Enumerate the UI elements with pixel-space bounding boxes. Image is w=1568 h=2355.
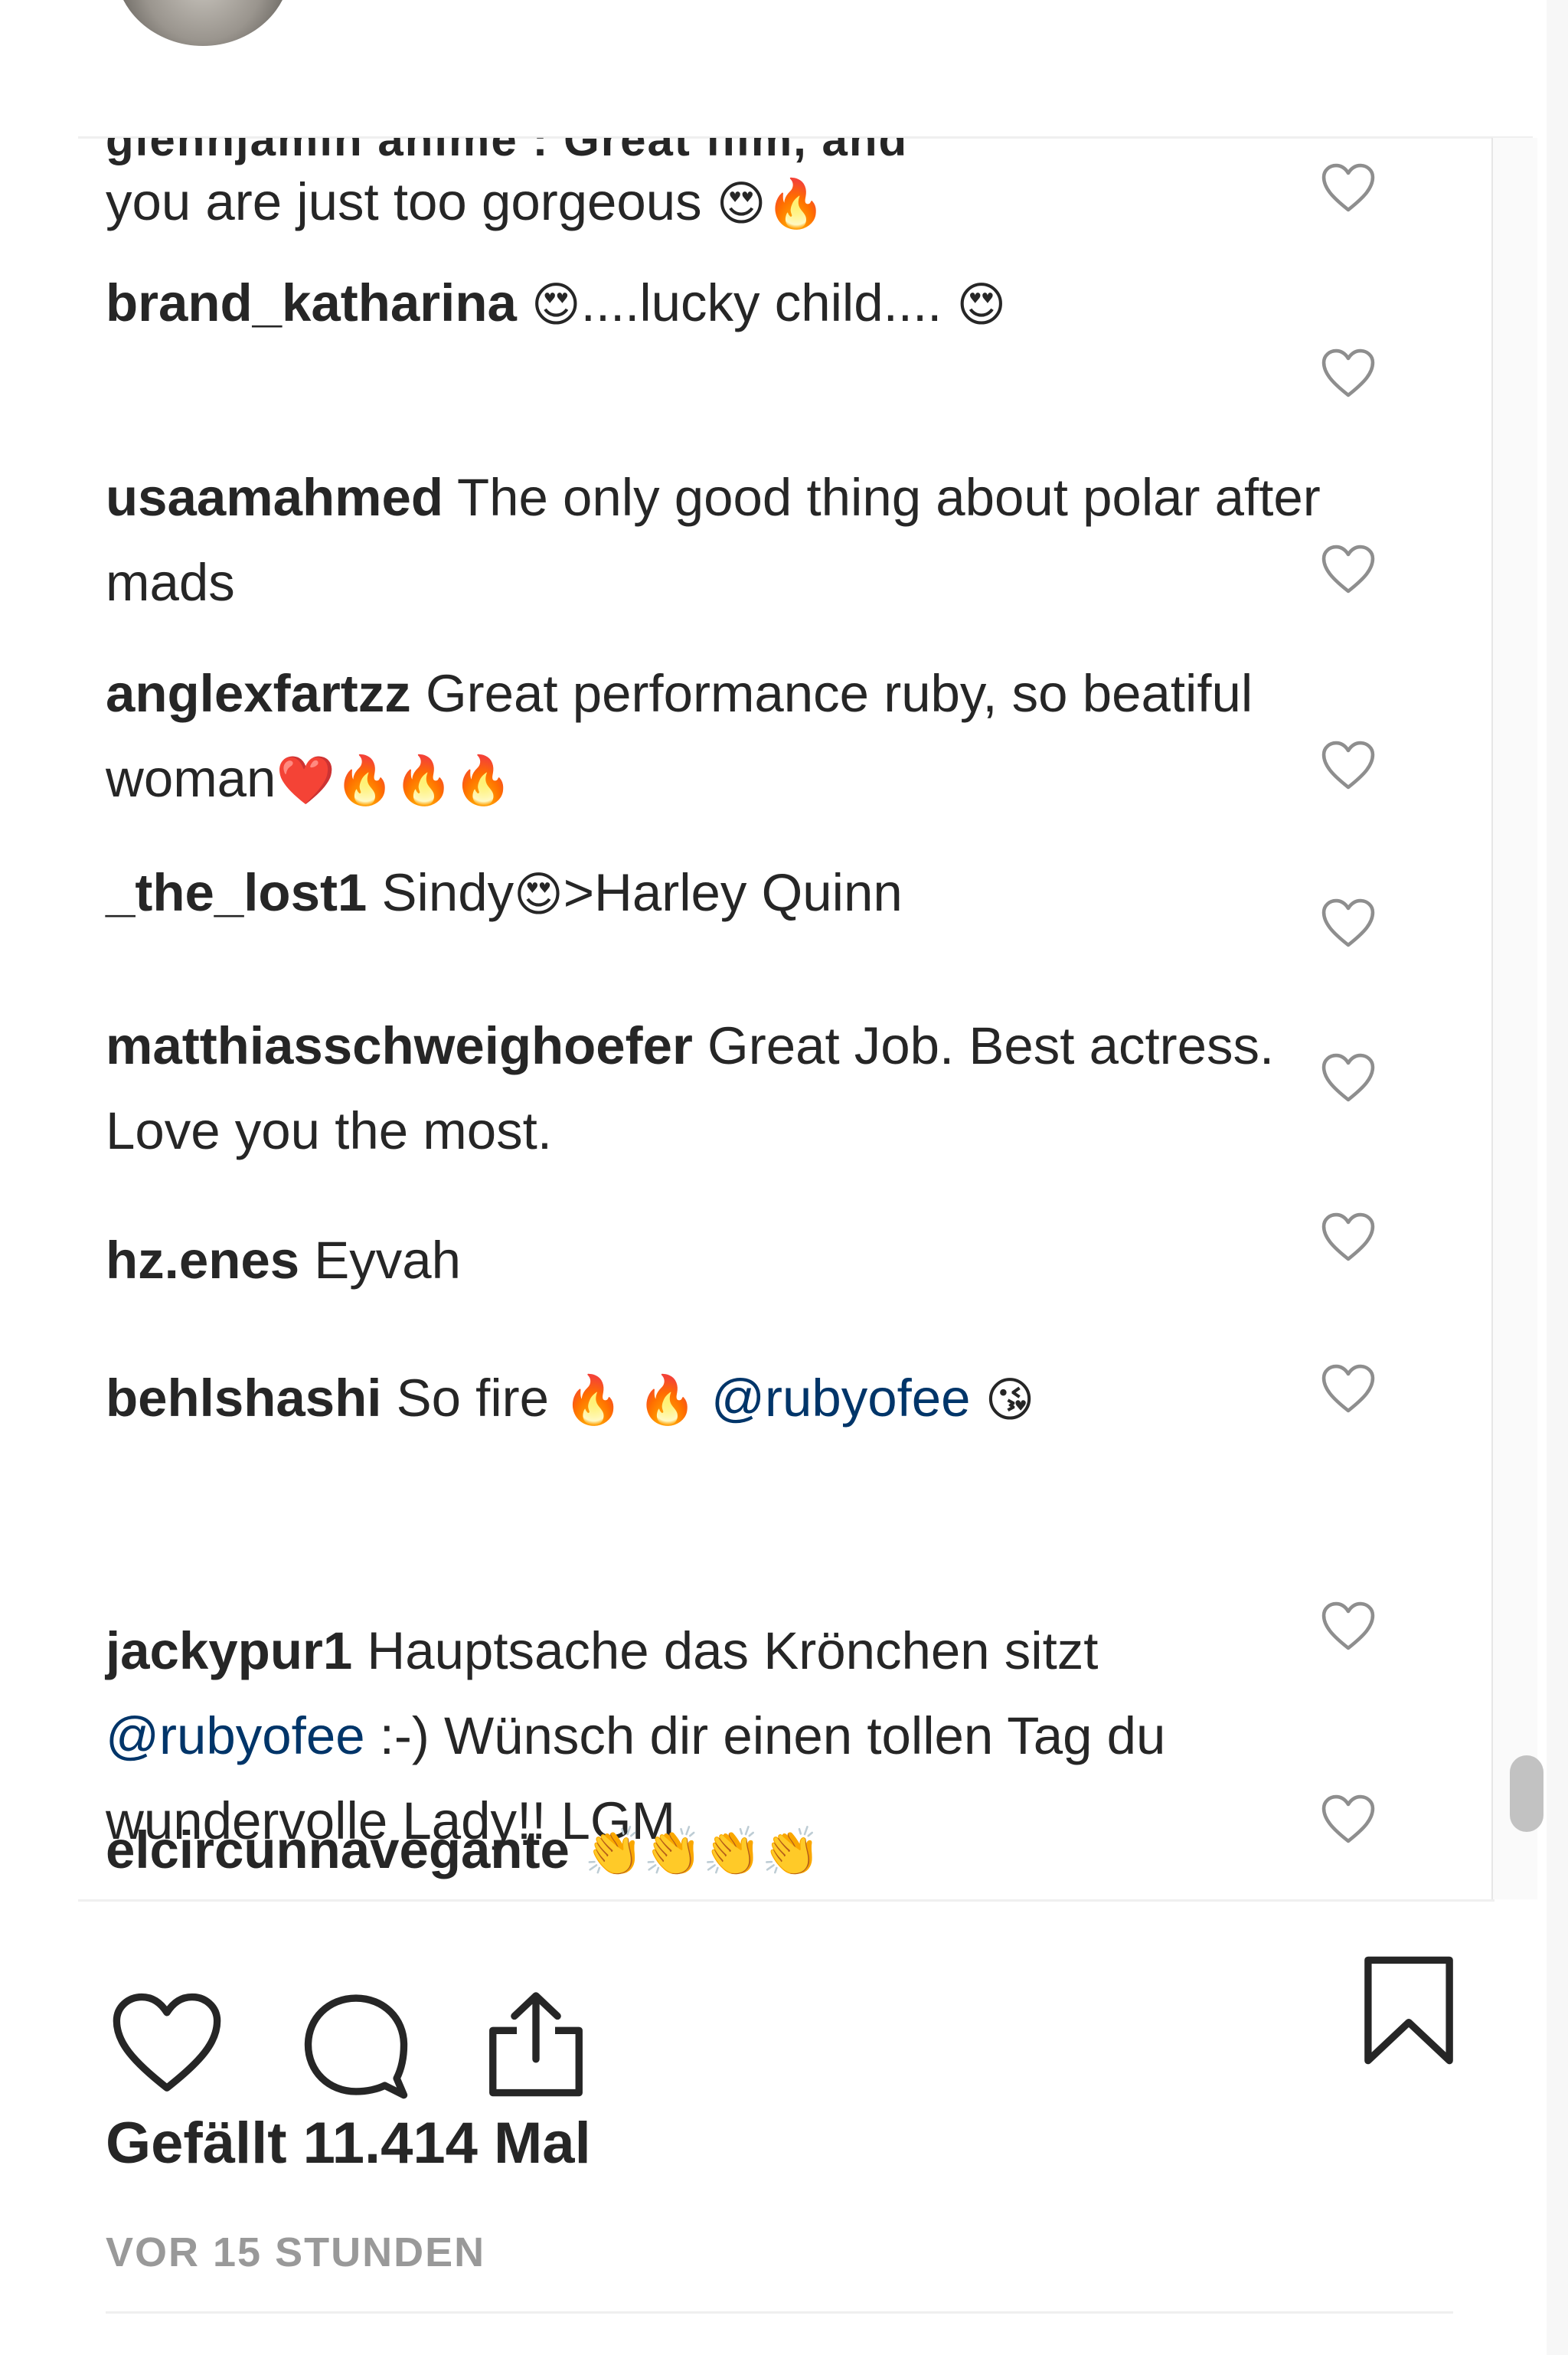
- emoji: 👏: [643, 1823, 703, 1879]
- emoji: 🔥: [394, 752, 454, 808]
- comment-text: [570, 1820, 584, 1879]
- post-header: [0, 0, 1547, 136]
- comment-like-button[interactable]: [1318, 1792, 1378, 1846]
- comment-row: elcircunnavegante 👏👏👏👏: [106, 1807, 1346, 1894]
- emoji: 👏: [702, 1823, 762, 1879]
- divider: [78, 1899, 1494, 1902]
- avatar[interactable]: [115, 0, 291, 46]
- scrollbar-thumb[interactable]: [1510, 1755, 1544, 1832]
- comments-list[interactable]: glennjamin anime : Great film, and you a…: [78, 138, 1494, 1899]
- comment-like-button[interactable]: [1318, 161, 1378, 214]
- comment-like-button[interactable]: [1318, 1599, 1378, 1653]
- mention-link[interactable]: @rubyofee: [106, 1706, 365, 1765]
- emoji: 🔥: [453, 752, 513, 808]
- comment-text: Eyvah: [299, 1231, 462, 1290]
- comment-text: [971, 1369, 985, 1428]
- comment-username-link[interactable]: matthiasschweighoefer: [106, 1016, 693, 1075]
- share-upload-icon: [489, 1992, 583, 2097]
- share-button[interactable]: [479, 1984, 593, 2106]
- comment-text: [622, 1369, 637, 1428]
- comment-row: brand_katharina 😍....lucky child.... 😍: [106, 260, 1346, 347]
- comment-bubble-icon: [304, 1994, 408, 2099]
- comment-username-link[interactable]: jackypur1: [106, 1621, 352, 1680]
- emoji: 🔥: [335, 752, 394, 808]
- mention-link[interactable]: @rubyofee: [711, 1369, 971, 1428]
- heart-outline-icon: [1321, 898, 1375, 947]
- comment-like-button[interactable]: [1318, 542, 1378, 596]
- comment-text: ....lucky child....: [580, 273, 957, 332]
- comment-text: [517, 273, 531, 332]
- emoji: 😍: [514, 866, 564, 922]
- heart-outline-icon: [1321, 1364, 1375, 1413]
- comment-username-link[interactable]: hz.enes: [106, 1231, 299, 1290]
- comment-username-link[interactable]: usaamahmed: [106, 468, 443, 527]
- emoji: ❤️: [276, 752, 335, 808]
- heart-outline-icon: [1321, 1212, 1375, 1261]
- save-button[interactable]: [1359, 1953, 1459, 2068]
- comment-text: [697, 1369, 711, 1428]
- emoji: 😍: [531, 276, 581, 332]
- comment-row: anglexfartzz Great performance ruby, so …: [106, 651, 1346, 823]
- heart-outline-icon: [1321, 348, 1375, 397]
- heart-outline-icon: [1321, 545, 1375, 594]
- comment-like-button[interactable]: [1318, 346, 1378, 400]
- comment-username-link[interactable]: elcircunnavegante: [106, 1820, 570, 1879]
- like-button[interactable]: [106, 1987, 228, 2102]
- emoji: 🔥: [766, 175, 825, 231]
- heart-outline-icon: [113, 1993, 221, 2092]
- comment-like-button[interactable]: [1318, 1051, 1378, 1104]
- bookmark-icon: [1364, 1956, 1453, 2065]
- comment-row: matthiasschweighoefer Great Job. Best ac…: [106, 1003, 1346, 1173]
- comment-row: hz.enes Eyvah: [106, 1218, 1346, 1303]
- emoji: 🔥: [637, 1372, 697, 1428]
- emoji: 👏: [761, 1823, 821, 1879]
- heart-outline-icon: [1321, 163, 1375, 212]
- comment-button[interactable]: [295, 1987, 417, 2102]
- likes-count[interactable]: Gefällt 11.414 Mal: [106, 2110, 591, 2177]
- emoji: 😍: [956, 276, 1007, 332]
- comment-text: So fire: [381, 1369, 564, 1428]
- comment-username-link[interactable]: _the_lost1: [106, 863, 367, 922]
- comment-text: >Harley Quinn: [563, 863, 903, 922]
- emoji: 👏: [584, 1823, 644, 1879]
- heart-outline-icon: [1321, 1601, 1375, 1650]
- heart-outline-icon: [1321, 741, 1375, 790]
- divider: [106, 2311, 1453, 2314]
- comment-row: you are just too gorgeous 😍🔥: [106, 159, 1346, 246]
- heart-outline-icon: [1321, 1794, 1375, 1843]
- post-timestamp[interactable]: VOR 15 STUNDEN: [106, 2229, 485, 2276]
- emoji: 😘: [985, 1372, 1035, 1428]
- comment-like-button[interactable]: [1318, 1210, 1378, 1264]
- heart-outline-icon: [1321, 1053, 1375, 1102]
- comment-text: Hauptsache das Krönchen sitzt: [352, 1621, 1099, 1680]
- comment-row: _the_lost1 Sindy😍>Harley Quinn: [106, 850, 1346, 937]
- comment-like-button[interactable]: [1318, 1362, 1378, 1415]
- comment-row: usaamahmed The only good thing about pol…: [106, 455, 1346, 625]
- emoji: 😍: [716, 175, 766, 231]
- comment-like-button[interactable]: [1318, 738, 1378, 792]
- comment-text: you are just too gorgeous: [106, 172, 717, 231]
- comment-row: behlshashi So fire 🔥 🔥 @rubyofee 😘: [106, 1356, 1346, 1442]
- comment-username-link[interactable]: anglexfartzz: [106, 664, 411, 723]
- comment-username-link[interactable]: behlshashi: [106, 1369, 381, 1428]
- window-edge: [1547, 0, 1568, 2355]
- scrollbar-track[interactable]: [1491, 138, 1537, 1899]
- emoji: 🔥: [564, 1372, 623, 1428]
- comment-username-link[interactable]: brand_katharina: [106, 273, 517, 332]
- comment-like-button[interactable]: [1318, 896, 1378, 950]
- comment-text: Sindy: [367, 863, 514, 922]
